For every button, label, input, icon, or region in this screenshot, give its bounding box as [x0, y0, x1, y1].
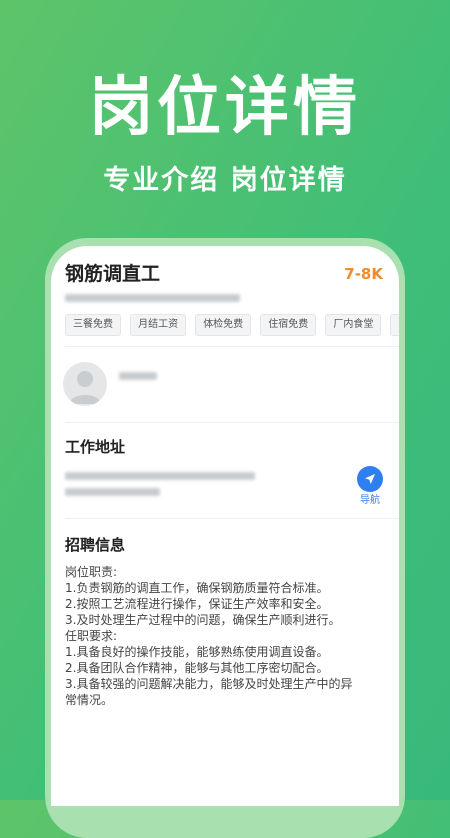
divider [65, 518, 399, 519]
description-line: 岗位职责: [65, 565, 118, 579]
company-name-blurred [65, 294, 240, 302]
recruiter-name-blurred [119, 372, 157, 380]
description-line: 任职要求: [65, 629, 118, 643]
benefit-tag: 月结工资 [130, 314, 187, 336]
description-line: 3.及时处理生产过程中的问题，确保生产顺利进行。 [65, 613, 341, 627]
benefit-tag: 厂内食堂 [325, 314, 382, 336]
benefit-tag: 住宿免费 [260, 314, 317, 336]
work-address-title: 工作地址 [65, 438, 126, 456]
description-line: 2.按照工艺流程进行操作，保证生产效率和安全。 [65, 597, 329, 611]
hero-subtitle: 专业介绍 岗位详情 [103, 165, 347, 196]
job-description: 岗位职责: 1.负责钢筋的调直工作，确保钢筋质量符合标准。 2.按照工艺流程进行… [65, 564, 390, 708]
address-line-blurred [65, 472, 255, 480]
description-line: 2.具备团队合作精神，能够与其他工序密切配合。 [65, 661, 329, 675]
recruit-info-title: 招聘信息 [65, 536, 126, 554]
benefit-tags: 三餐免费 月结工资 体检免费 住宿免费 厂内食堂 月休 [65, 312, 399, 336]
divider [65, 422, 399, 423]
divider [65, 346, 399, 347]
navigation-button[interactable]: 导航 [355, 466, 385, 507]
job-detail-screen: 钢筋调直工 7-8K 三餐免费 月结工资 体检免费 住宿免费 厂内食堂 月休 工… [51, 246, 399, 806]
navigation-arrow-icon [357, 466, 383, 492]
description-line: 3.具备较强的问题解决能力，能够及时处理生产中的异 [65, 677, 353, 691]
benefit-tag: 月休 [390, 314, 399, 336]
person-avatar-icon[interactable] [63, 362, 107, 406]
navigation-label: 导航 [360, 495, 380, 506]
benefit-tag: 体检免费 [195, 314, 252, 336]
description-line: 1.具备良好的操作技能，能够熟练使用调直设备。 [65, 645, 329, 659]
address-line-blurred [65, 488, 160, 496]
hero-title: 岗位详情 [89, 71, 361, 145]
description-line: 常情况。 [65, 693, 114, 707]
description-line: 1.负责钢筋的调直工作，确保钢筋质量符合标准。 [65, 581, 329, 595]
salary: 7-8K [344, 265, 383, 283]
job-title: 钢筋调直工 [65, 263, 161, 285]
benefit-tag: 三餐免费 [65, 314, 121, 336]
